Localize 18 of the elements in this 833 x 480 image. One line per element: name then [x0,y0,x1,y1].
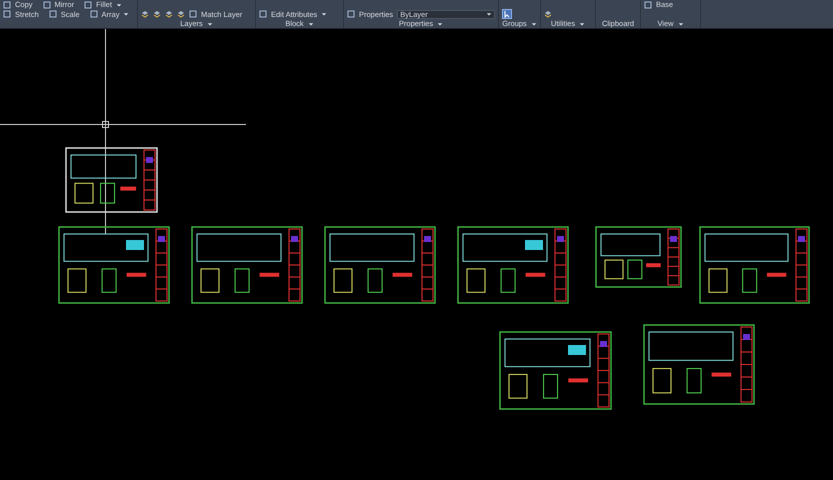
pickbox [102,121,109,128]
caret-icon [486,11,492,18]
cursor-icon [503,10,511,18]
layers-icon [177,10,185,18]
tool-icon [644,0,652,9]
toolbar-button[interactable] [177,10,185,18]
layers-icon [544,10,552,18]
tool-icon [259,10,267,18]
layers-icon [153,10,161,18]
toolbar-button[interactable] [165,10,173,18]
tool-icon [189,10,197,18]
toolbar-button[interactable] [544,10,552,18]
layers-icon [165,10,173,18]
group-toggle-button[interactable] [502,9,512,19]
toolbar-button[interactable] [153,10,161,18]
layers-icon [141,10,149,18]
toolbar-button[interactable] [141,10,149,18]
tool-icon [347,10,355,18]
